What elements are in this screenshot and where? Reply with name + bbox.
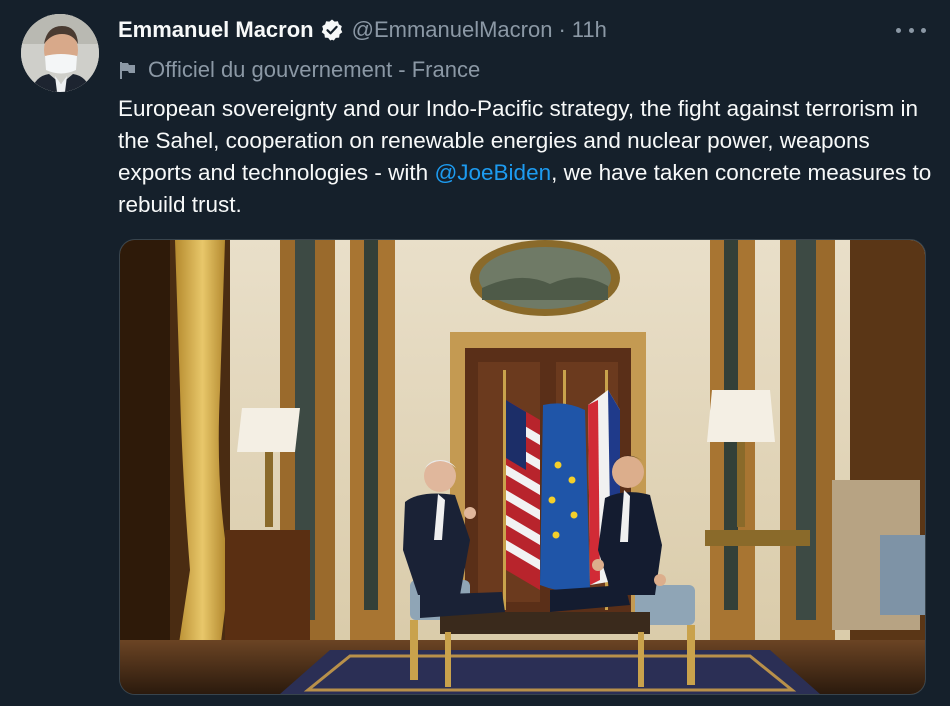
more-options-icon[interactable]: [896, 20, 926, 40]
separator-dot: ·: [558, 17, 566, 42]
flag-icon: [118, 60, 138, 80]
photo-image: [120, 240, 925, 694]
government-label[interactable]: Officiel du gouvernement - France: [118, 56, 480, 84]
author-handle[interactable]: @EmmanuelMacron: [352, 17, 553, 43]
tweet-photo[interactable]: [119, 239, 926, 695]
more-dot: [908, 27, 914, 33]
author-name[interactable]: Emmanuel Macron: [118, 17, 314, 43]
avatar-image: [21, 14, 99, 92]
tweet-timestamp[interactable]: 11h: [572, 17, 607, 43]
more-dot: [921, 27, 926, 33]
mention-link[interactable]: @JoeBiden: [434, 160, 551, 185]
author-avatar[interactable]: [21, 14, 99, 92]
more-dot: [896, 27, 901, 33]
tweet-text: European sovereignty and our Indo-Pacifi…: [118, 93, 933, 221]
tweet-header: Emmanuel Macron @EmmanuelMacron · 11h: [118, 14, 607, 46]
verified-badge-icon: [320, 18, 344, 42]
government-label-text: Officiel du gouvernement - France: [148, 57, 481, 82]
